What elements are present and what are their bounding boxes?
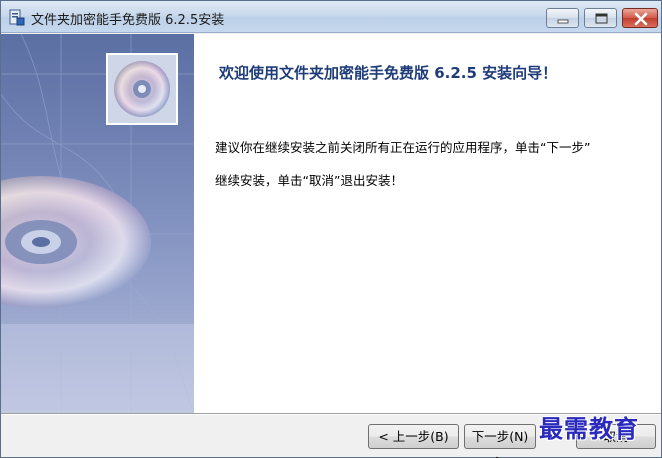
minimize-icon [557, 19, 569, 24]
close-icon [634, 12, 648, 26]
next-button[interactable]: 下一步(N) > [464, 424, 536, 458]
wizard-instruction-line-1: 建议你在继续安装之前关闭所有正在运行的应用程序，单击“下一步” [215, 140, 591, 155]
title-bar[interactable]: 文件夹加密能手免费版 6.2.5安装 [1, 1, 661, 33]
watermark-text: 最需教育 [539, 414, 639, 443]
window-title: 文件夹加密能手免费版 6.2.5安装 [31, 13, 225, 28]
close-button[interactable] [622, 8, 658, 28]
wizard-heading: 欢迎使用文件夹加密能手免费版 6.2.5 安装向导！ [219, 64, 558, 82]
installer-window: 文件夹加密能手免费版 6.2.5安装 欢迎使用文件夹加密能手免费版 6.2.5 … [0, 0, 662, 458]
wizard-content: 欢迎使用文件夹加密能手免费版 6.2.5 安装向导！ 建议你在继续安装之前关闭所… [1, 34, 661, 413]
cd-disc-banner-image [1, 34, 194, 413]
wizard-side-banner [1, 34, 194, 413]
minimize-button[interactable] [546, 8, 579, 28]
back-button[interactable]: < 上一步(B) [368, 424, 459, 449]
installer-app-icon [9, 9, 25, 26]
wizard-instruction-line-2: 继续安装，单击“取消”退出安装！ [215, 173, 403, 188]
maximize-icon [595, 13, 608, 24]
maximize-button[interactable] [584, 8, 617, 28]
